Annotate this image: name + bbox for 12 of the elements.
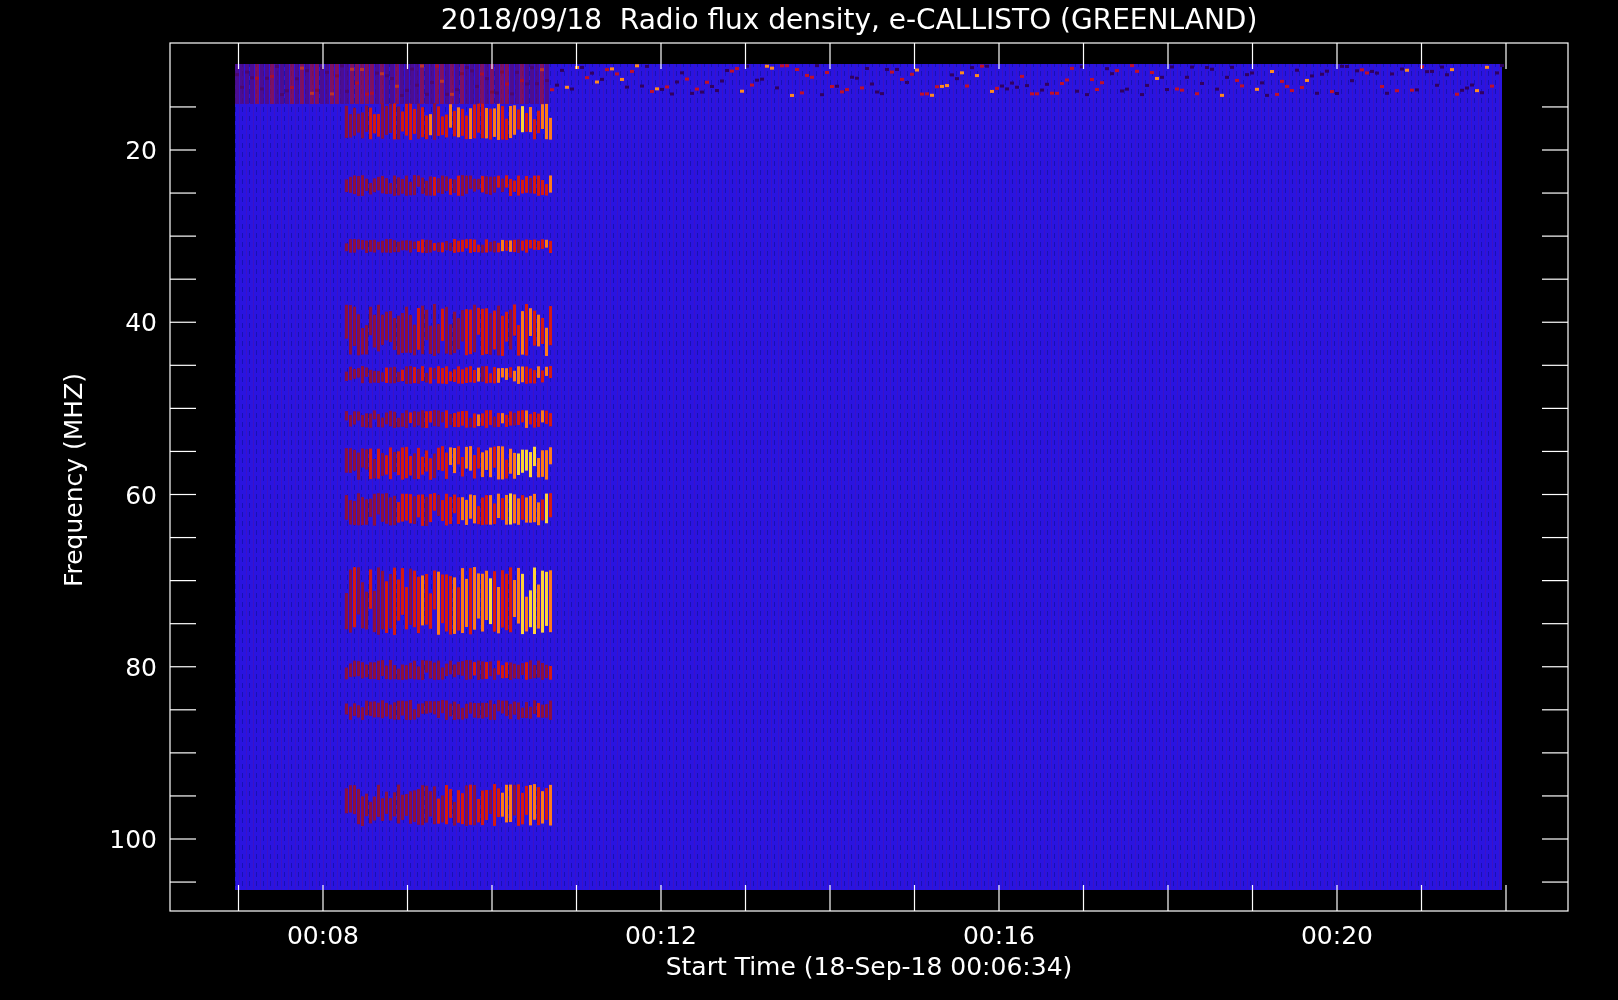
x-tick-label: 00:12 — [625, 921, 697, 950]
x-tick-label: 00:16 — [963, 921, 1035, 950]
x-tick-label: 00:20 — [1301, 921, 1373, 950]
plot-title: 2018/09/18 Radio flux density, e-CALLISTO (GREENLAND) — [439, 2, 1259, 38]
y-tick-label: 100 — [109, 825, 157, 854]
y-tick-label: 80 — [125, 652, 157, 682]
y-tick-label: 40 — [125, 308, 157, 338]
y-tick-label: 20 — [125, 136, 157, 165]
y-axis-label: Frequency (MHZ) — [59, 372, 88, 588]
x-axis-label: Start Time (18-Sep-18 00:06:34) — [665, 952, 1073, 981]
x-tick-label: 00:08 — [287, 921, 359, 950]
y-tick-label: 60 — [125, 480, 157, 510]
